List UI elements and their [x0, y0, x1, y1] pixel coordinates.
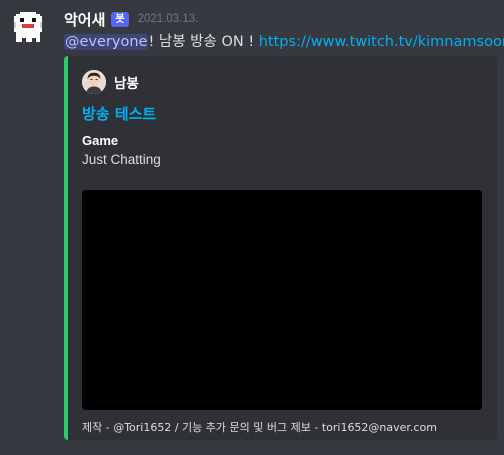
- embed-author: 남봉: [82, 70, 139, 94]
- embed-image[interactable]: [82, 190, 482, 410]
- embed-field-name: Game: [82, 133, 119, 148]
- message-text: ! 남봉 방송 ON !: [148, 34, 259, 50]
- embed-field-value: Just Chatting: [82, 152, 161, 167]
- embed-title[interactable]: 방송 테스트: [82, 103, 156, 124]
- message-header: 악어새 봇 2021.03.13.: [64, 9, 198, 29]
- everyone-mention[interactable]: @everyone: [64, 34, 149, 50]
- author-avatar-icon: [82, 70, 106, 94]
- username[interactable]: 악어새: [64, 9, 105, 30]
- chat-message: 악어새 봇 2021.03.13. @everyone! 남봉 방송 ON ! …: [0, 0, 504, 455]
- message-timestamp: 2021.03.13.: [137, 13, 199, 25]
- bot-avatar-icon[interactable]: [14, 12, 42, 44]
- stream-embed: 남봉 방송 테스트 Game Just Chatting 제작 - @Tori1…: [64, 56, 497, 440]
- twitch-link[interactable]: https://www.twitch.tv/kimnamsoon: [259, 34, 504, 50]
- embed-author-name: 남봉: [114, 76, 139, 92]
- bot-tag-badge: 봇: [111, 11, 129, 27]
- embed-footer: 제작 - @Tori1652 / 기능 추가 문의 및 버그 제보 - tori…: [82, 421, 437, 434]
- message-content: @everyone! 남봉 방송 ON ! https://www.twitch…: [64, 32, 504, 52]
